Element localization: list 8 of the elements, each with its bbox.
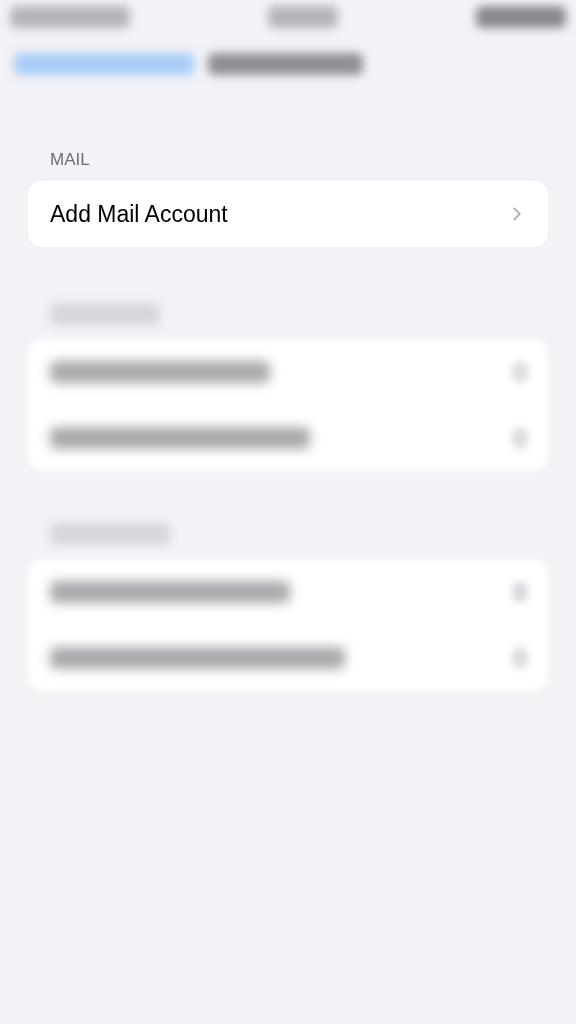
- section-header: MAIL: [49, 149, 91, 171]
- blurred-chevron: [512, 361, 528, 383]
- blurred-clock: [268, 6, 338, 28]
- blurred-chevron: [512, 581, 528, 603]
- list-row[interactable]: Add Mail Account: [28, 181, 548, 247]
- row-label: Add Mail Account: [50, 199, 228, 229]
- blurred-chevron: [512, 647, 528, 669]
- blurred-chevron: [512, 427, 528, 449]
